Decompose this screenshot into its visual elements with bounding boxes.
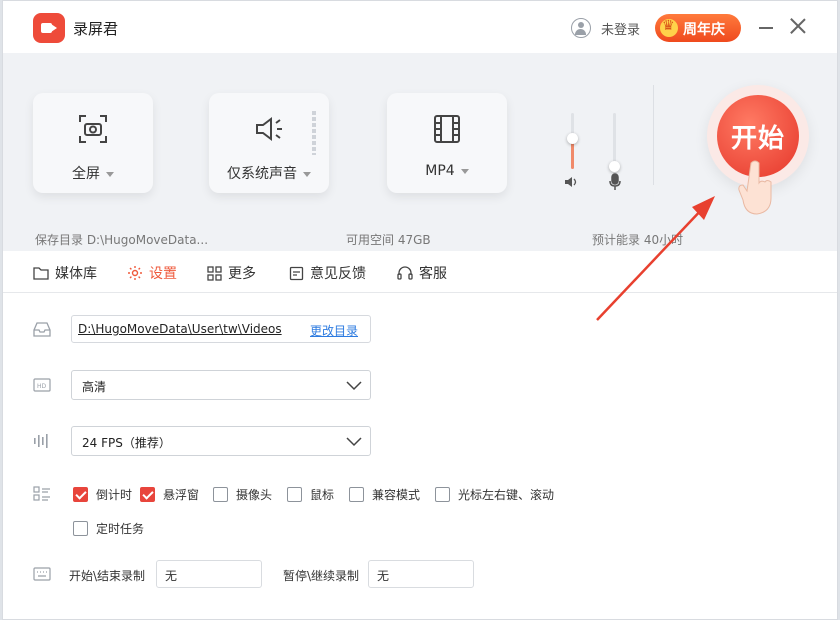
frame-rate-icon — [34, 434, 48, 448]
cursor-clicks-label: 光标左右键、滚动 — [458, 488, 555, 502]
hotkey-pause-resume-input[interactable]: 无 — [368, 560, 474, 588]
mouse-checkbox[interactable]: 鼠标 — [287, 486, 334, 503]
cursor-clicks-checkbox[interactable]: 光标左右键、滚动 — [435, 486, 554, 503]
capture-mode-label: 全屏 — [72, 166, 100, 182]
speaker-volume-slider[interactable] — [567, 113, 578, 169]
audio-level-meter — [312, 111, 316, 155]
camera-checkbox[interactable]: 摄像头 — [213, 486, 272, 503]
headset-icon — [397, 265, 413, 280]
audio-source-label: 仅系统声音 — [227, 166, 297, 182]
options-icon — [33, 486, 50, 501]
tab-more-label: 更多 — [228, 266, 256, 282]
camera-checkbox-box[interactable] — [213, 487, 228, 502]
hotkey-start-stop-input[interactable]: 无 — [156, 560, 262, 588]
speaker-volume-knob[interactable] — [567, 133, 578, 144]
close-button[interactable] — [789, 17, 807, 35]
save-directory-field[interactable]: D:\HugoMoveData\User\tw\Videos 更改目录 — [71, 315, 371, 343]
hotkey-pause-resume-label: 暂停\继续录制 — [283, 569, 360, 583]
save-directory-info: 保存目录 D:\HugoMoveData... — [35, 233, 209, 247]
cursor-clicks-checkbox-box[interactable] — [435, 487, 450, 502]
floating-window-checkbox-box[interactable] — [140, 487, 155, 502]
quality-select[interactable]: 高清 — [71, 370, 371, 400]
hotkey-pause-resume-value: 无 — [377, 569, 390, 583]
nav-bar: 媒体库 设置 更多 意见反馈 客服 — [3, 251, 837, 293]
chevron-down-icon — [106, 171, 114, 177]
chevron-down-icon — [346, 381, 362, 391]
mouse-checkbox-box[interactable] — [287, 487, 302, 502]
floating-window-checkbox[interactable]: 悬浮窗 — [140, 486, 199, 503]
change-directory-link[interactable]: 更改目录 — [310, 322, 358, 339]
folder-icon — [33, 267, 49, 280]
svg-text:HD: HD — [37, 383, 47, 390]
hd-icon: HD — [33, 378, 51, 392]
quality-value: 高清 — [82, 380, 107, 394]
tab-media-library[interactable]: 媒体库 — [33, 263, 97, 283]
tab-feedback-label: 意见反馈 — [310, 266, 366, 282]
mic-volume-slider[interactable] — [609, 113, 620, 172]
film-icon — [434, 115, 460, 143]
fps-value: 24 FPS（推荐） — [82, 436, 171, 450]
hotkey-start-stop-value: 无 — [165, 569, 178, 583]
crown-icon — [660, 18, 678, 37]
fps-select[interactable]: 24 FPS（推荐） — [71, 426, 371, 456]
tab-customer-service[interactable]: 客服 — [397, 263, 447, 283]
user-icon[interactable] — [571, 18, 591, 38]
compat-mode-checkbox[interactable]: 兼容模式 — [349, 486, 420, 503]
chevron-down-icon — [303, 171, 311, 177]
login-link[interactable]: 未登录 — [601, 19, 640, 38]
panel-divider — [653, 85, 654, 185]
mic-volume-knob[interactable] — [609, 161, 620, 172]
app-window: 录屏君 未登录 周年庆 全屏 仅系统声音 — [2, 0, 838, 620]
tab-media-library-label: 媒体库 — [55, 266, 97, 282]
chevron-down-icon — [346, 437, 362, 447]
start-record-label: 开始 — [730, 123, 785, 154]
scheduled-task-checkbox-box[interactable] — [73, 521, 88, 536]
compat-mode-label: 兼容模式 — [372, 488, 421, 502]
save-directory-path[interactable]: D:\HugoMoveData\User\tw\Videos — [78, 322, 282, 336]
speaker-icon — [256, 117, 282, 141]
scheduled-task-label: 定时任务 — [96, 522, 145, 536]
pointing-hand-icon — [738, 160, 772, 215]
tab-more[interactable]: 更多 — [207, 263, 256, 283]
fullscreen-capture-icon — [79, 115, 107, 143]
feedback-icon — [289, 266, 304, 280]
free-space-info: 可用空间 47GB — [346, 233, 431, 247]
estimated-duration-info: 预计能录 40小时 — [592, 233, 684, 247]
tab-settings[interactable]: 设置 — [127, 263, 177, 283]
capture-mode-card[interactable]: 全屏 — [33, 93, 153, 193]
camera-label: 摄像头 — [236, 488, 273, 502]
tab-customer-service-label: 客服 — [419, 266, 447, 282]
countdown-label: 倒计时 — [96, 488, 133, 502]
tab-settings-label: 设置 — [149, 266, 177, 282]
minimize-button[interactable] — [759, 27, 773, 29]
app-logo-icon — [33, 13, 65, 43]
title-bar: 录屏君 未登录 周年庆 — [3, 1, 837, 53]
inbox-icon — [33, 322, 51, 337]
anniversary-button[interactable]: 周年庆 — [655, 14, 741, 42]
anniversary-label: 周年庆 — [683, 22, 725, 38]
audio-source-card[interactable]: 仅系统声音 — [209, 93, 329, 193]
format-label: MP4 — [425, 163, 455, 179]
format-card[interactable]: MP4 — [387, 93, 507, 193]
app-title: 录屏君 — [73, 20, 119, 38]
mouse-label: 鼠标 — [310, 488, 335, 502]
capture-panel: 全屏 仅系统声音 MP4 开始 保存目录 D:\HugoMoveData... … — [3, 53, 837, 251]
tab-feedback[interactable]: 意见反馈 — [289, 263, 366, 283]
scheduled-task-checkbox[interactable]: 定时任务 — [73, 520, 144, 537]
speaker-small-icon[interactable] — [564, 175, 580, 189]
countdown-checkbox-box[interactable] — [73, 487, 88, 502]
gear-icon — [128, 266, 142, 280]
hotkey-start-stop-label: 开始\结束录制 — [69, 569, 146, 583]
keyboard-icon — [33, 567, 51, 581]
compat-mode-checkbox-box[interactable] — [349, 487, 364, 502]
chevron-down-icon — [460, 168, 469, 174]
countdown-checkbox[interactable]: 倒计时 — [73, 486, 132, 503]
grid-icon — [207, 265, 222, 281]
microphone-icon[interactable] — [608, 173, 622, 191]
floating-window-label: 悬浮窗 — [163, 488, 200, 502]
